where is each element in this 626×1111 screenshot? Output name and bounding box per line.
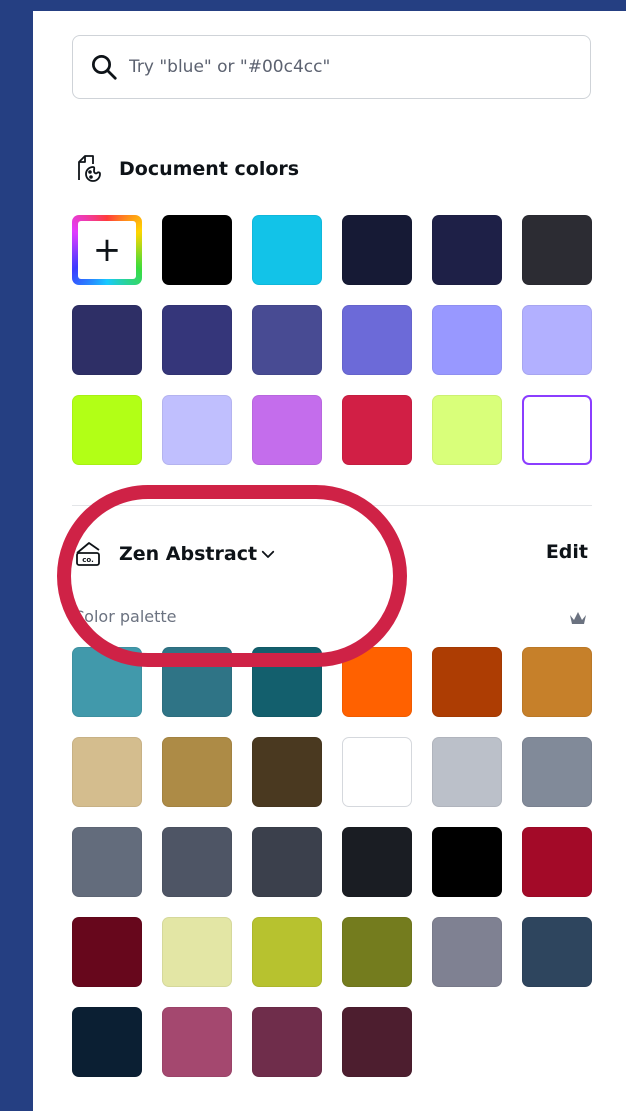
color-search-input[interactable] [129, 48, 569, 86]
color-panel: Document colors + co. Zen Abstract [33, 11, 626, 1111]
brand-color-swatch[interactable] [162, 647, 232, 717]
document-color-swatch[interactable] [342, 395, 412, 465]
brand-color-swatch[interactable] [72, 1007, 142, 1077]
brand-color-swatch[interactable] [342, 917, 412, 987]
document-color-swatch-selected[interactable] [522, 395, 592, 465]
chevron-down-icon [261, 550, 275, 558]
document-colors-grid: + [72, 215, 592, 465]
edit-brand-kit-button[interactable]: Edit [546, 541, 588, 563]
brand-color-swatch[interactable] [162, 917, 232, 987]
brand-color-swatch[interactable] [252, 827, 322, 897]
document-palette-icon [78, 155, 101, 182]
brand-color-swatch[interactable] [522, 917, 592, 987]
brand-color-swatch[interactable] [162, 737, 232, 807]
brand-color-swatch[interactable] [162, 827, 232, 897]
document-color-swatch[interactable] [342, 215, 412, 285]
document-color-swatch[interactable] [432, 305, 502, 375]
document-color-swatch[interactable] [72, 305, 142, 375]
brand-color-swatch[interactable] [342, 647, 412, 717]
brand-color-swatch[interactable] [252, 917, 322, 987]
search-icon [92, 55, 117, 80]
document-colors-header: Document colors [73, 151, 299, 187]
brand-color-swatch[interactable] [252, 1007, 322, 1077]
brand-color-swatch[interactable] [72, 917, 142, 987]
brand-color-swatch[interactable] [72, 647, 142, 717]
brand-color-swatch[interactable] [522, 827, 592, 897]
add-color-button[interactable]: + [72, 215, 142, 285]
brand-kit-icon: co. [76, 542, 100, 566]
brand-color-swatch[interactable] [522, 737, 592, 807]
document-color-swatch[interactable] [432, 395, 502, 465]
brand-color-swatch[interactable] [432, 917, 502, 987]
document-color-swatch[interactable] [72, 395, 142, 465]
document-color-swatch[interactable] [432, 215, 502, 285]
brand-color-swatch[interactable] [432, 647, 502, 717]
brand-palette-grid [72, 647, 592, 1077]
document-color-swatch[interactable] [252, 215, 322, 285]
document-color-swatch[interactable] [522, 305, 592, 375]
brand-color-swatch[interactable] [162, 1007, 232, 1077]
plus-icon: + [78, 221, 136, 279]
brand-color-swatch[interactable] [72, 827, 142, 897]
document-color-swatch[interactable] [162, 395, 232, 465]
color-palette-label: Color palette [73, 607, 177, 626]
document-color-swatch[interactable] [162, 215, 232, 285]
document-color-swatch[interactable] [252, 305, 322, 375]
brand-color-swatch[interactable] [342, 827, 412, 897]
document-colors-title: Document colors [119, 158, 300, 180]
brand-color-swatch[interactable] [252, 737, 322, 807]
brand-color-swatch[interactable] [342, 1007, 412, 1077]
brand-color-swatch[interactable] [522, 647, 592, 717]
brand-color-swatch[interactable] [252, 647, 322, 717]
document-color-swatch[interactable] [522, 215, 592, 285]
brand-color-swatch[interactable] [72, 737, 142, 807]
document-color-swatch[interactable] [252, 395, 322, 465]
section-divider [72, 505, 592, 506]
svg-text:co.: co. [82, 556, 94, 564]
color-search-field[interactable] [72, 35, 591, 99]
document-color-swatch[interactable] [342, 305, 412, 375]
brand-color-swatch[interactable] [432, 827, 502, 897]
highlight-annotation-ring [57, 485, 407, 667]
brand-kit-name: Zen Abstract [119, 543, 258, 565]
crown-icon [570, 612, 586, 624]
brand-kit-selector[interactable]: co. Zen Abstract [73, 536, 277, 572]
brand-color-swatch[interactable] [432, 737, 502, 807]
document-color-swatch[interactable] [162, 305, 232, 375]
brand-color-swatch[interactable] [342, 737, 412, 807]
